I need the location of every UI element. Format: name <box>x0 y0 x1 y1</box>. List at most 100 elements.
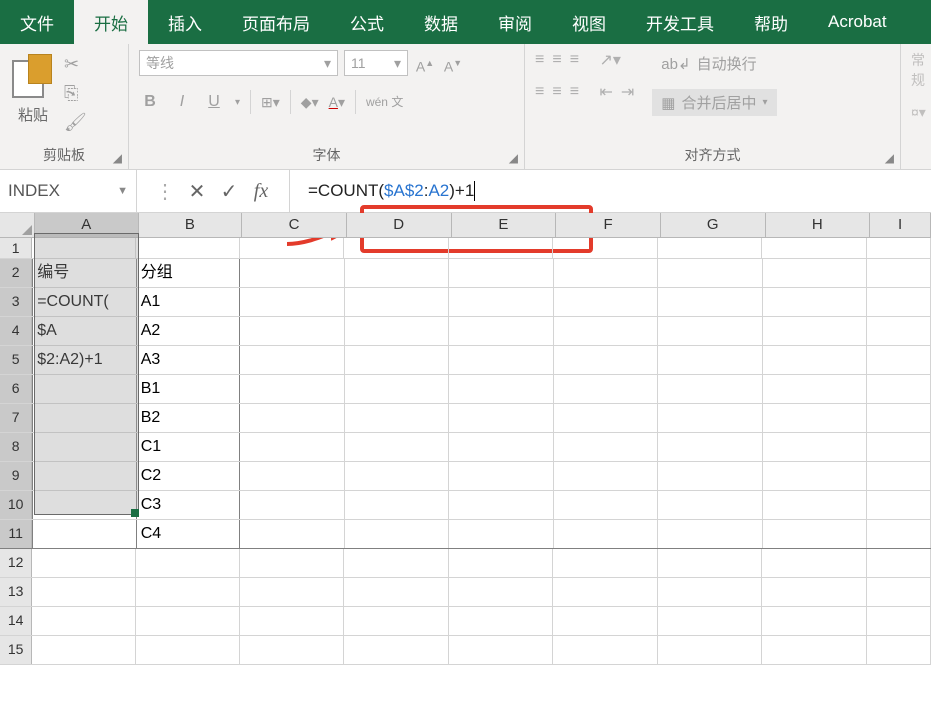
cell[interactable] <box>240 462 344 490</box>
cell[interactable] <box>658 462 762 490</box>
cell[interactable] <box>658 238 763 258</box>
row-header[interactable]: 4 <box>0 317 32 345</box>
tab-help[interactable]: 帮助 <box>734 0 808 44</box>
cell[interactable] <box>867 549 931 577</box>
chevron-down-icon[interactable]: ▾ <box>235 97 240 108</box>
cell[interactable] <box>554 433 658 461</box>
cell[interactable] <box>32 636 136 664</box>
col-header-D[interactable]: D <box>347 213 452 237</box>
align-right-icon[interactable]: ≡ <box>570 83 579 101</box>
tab-view[interactable]: 视图 <box>552 0 626 44</box>
merge-center-button[interactable]: ▦ 合并后居中 ▾ <box>652 89 776 116</box>
cell[interactable] <box>344 636 449 664</box>
accept-formula-icon[interactable]: ✓ <box>213 179 245 204</box>
cell[interactable] <box>658 259 762 287</box>
tab-developer[interactable]: 开发工具 <box>626 0 734 44</box>
cell[interactable] <box>867 317 931 345</box>
cell[interactable] <box>136 607 240 635</box>
tab-acrobat[interactable]: Acrobat <box>808 0 907 44</box>
name-box[interactable]: INDEX▼ <box>0 170 137 212</box>
cell[interactable] <box>658 607 763 635</box>
tab-data[interactable]: 数据 <box>404 0 478 44</box>
format-painter-icon[interactable]: 🖌 <box>64 112 87 133</box>
cell[interactable] <box>867 375 931 403</box>
cell[interactable] <box>345 462 449 490</box>
cell[interactable] <box>554 520 658 548</box>
col-header-B[interactable]: B <box>139 213 243 237</box>
currency-icon[interactable]: ¤▾ <box>911 104 926 121</box>
cell[interactable] <box>136 549 240 577</box>
cell[interactable] <box>867 636 931 664</box>
col-header-E[interactable]: E <box>452 213 557 237</box>
cell[interactable] <box>449 491 553 519</box>
cell[interactable]: B2 <box>137 404 241 432</box>
align-middle-icon[interactable]: ≡ <box>552 51 561 69</box>
cell[interactable] <box>763 404 867 432</box>
cell[interactable] <box>344 607 449 635</box>
cell[interactable] <box>136 636 240 664</box>
cell[interactable] <box>658 578 763 606</box>
cell[interactable] <box>554 404 658 432</box>
row-header[interactable]: 14 <box>0 607 32 635</box>
cell[interactable] <box>240 238 345 258</box>
cell[interactable] <box>345 346 449 374</box>
row-header[interactable]: 1 <box>0 238 32 258</box>
cell[interactable] <box>658 375 762 403</box>
col-header-I[interactable]: I <box>870 213 931 237</box>
cell[interactable] <box>762 636 867 664</box>
indent-increase-icon[interactable]: ⇥ <box>621 82 634 102</box>
cell[interactable] <box>763 317 867 345</box>
tab-review[interactable]: 审阅 <box>478 0 552 44</box>
row-header[interactable]: 15 <box>0 636 32 664</box>
cell[interactable] <box>345 520 449 548</box>
cell[interactable]: 分组 <box>137 259 241 287</box>
indent-decrease-icon[interactable]: ⇤ <box>599 82 612 102</box>
cell[interactable] <box>554 462 658 490</box>
cell[interactable] <box>449 238 554 258</box>
cell[interactable] <box>554 491 658 519</box>
cell[interactable]: C1 <box>137 433 241 461</box>
cell[interactable] <box>763 491 867 519</box>
fx-icon[interactable]: fx <box>245 180 277 203</box>
cell[interactable] <box>240 317 344 345</box>
worksheet-grid[interactable]: A B C D E F G H I 12编号分组3=COUNT(A14$AA25… <box>0 213 931 665</box>
cell[interactable] <box>553 607 658 635</box>
cell[interactable] <box>762 578 867 606</box>
cell[interactable]: C4 <box>137 520 241 548</box>
cell[interactable] <box>553 549 658 577</box>
cell[interactable] <box>763 288 867 316</box>
paste-button[interactable]: 粘贴 <box>18 104 48 125</box>
cell[interactable] <box>32 607 136 635</box>
col-header-F[interactable]: F <box>556 213 661 237</box>
cell[interactable] <box>554 317 658 345</box>
cell[interactable] <box>449 288 553 316</box>
align-top-icon[interactable]: ≡ <box>535 51 544 69</box>
cell[interactable] <box>136 238 240 258</box>
cell[interactable] <box>240 520 344 548</box>
row-header[interactable]: 8 <box>0 433 32 461</box>
cell[interactable] <box>344 238 449 258</box>
row-header[interactable]: 11 <box>0 520 32 548</box>
cell[interactable] <box>658 317 762 345</box>
cell[interactable] <box>449 317 553 345</box>
fill-handle[interactable] <box>131 509 139 517</box>
cell[interactable] <box>345 491 449 519</box>
cut-icon[interactable]: ✂ <box>64 54 87 75</box>
cell[interactable] <box>449 520 553 548</box>
cell[interactable] <box>449 259 553 287</box>
cell[interactable] <box>763 462 867 490</box>
cell[interactable] <box>240 404 344 432</box>
cell[interactable] <box>554 346 658 374</box>
row-header[interactable]: 5 <box>0 346 32 374</box>
font-color-icon[interactable]: A▾ <box>329 94 345 111</box>
align-bottom-icon[interactable]: ≡ <box>570 51 579 69</box>
font-size-combo[interactable]: 11▾ <box>344 50 408 76</box>
cell[interactable] <box>867 433 931 461</box>
orientation-icon[interactable]: ↗▾ <box>599 50 620 70</box>
cell[interactable] <box>553 636 658 664</box>
cell[interactable] <box>449 404 553 432</box>
cell[interactable] <box>240 433 344 461</box>
cell[interactable] <box>867 491 931 519</box>
cell[interactable] <box>658 636 763 664</box>
row-header[interactable]: 10 <box>0 491 32 519</box>
